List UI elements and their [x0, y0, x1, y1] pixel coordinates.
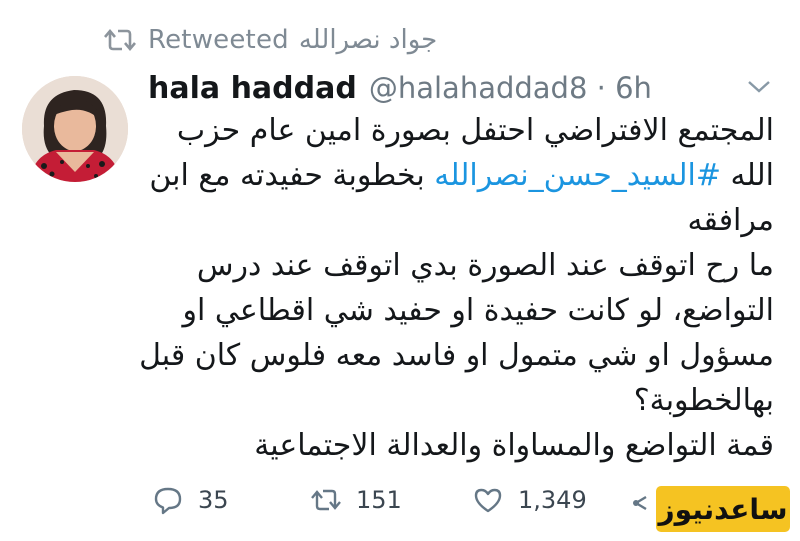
watermark-logo-text: ساعدنیوز	[658, 492, 788, 526]
author-name[interactable]: hala haddad	[148, 71, 357, 106]
retweet-icon	[311, 489, 341, 511]
retweeted-label: Retweeted	[148, 25, 289, 55]
retweet-count: 151	[356, 486, 402, 514]
hashtag-link[interactable]: #السيد_حسن_نصرالله	[434, 158, 721, 193]
retweet-context: Retweeted جواد نصرالله	[104, 20, 437, 60]
tweet-line: التواضع، لو كانت حفيدة او حفيد شي اقطاعي…	[182, 293, 774, 328]
tweet-header: hala haddad @halahaddad8 · 6h	[148, 66, 652, 110]
tweet-line: قمة التواضع والمساواة والعدالة الاجتماعي…	[254, 428, 774, 463]
like-count: 1,349	[518, 486, 587, 514]
tweet-line: بهالخطوبة؟	[633, 383, 774, 418]
tweet-line: ما رح اتوقف عند الصورة بدي اتوقف عند درس	[196, 248, 774, 283]
watermark-logo: ساعدنیوز	[656, 486, 790, 532]
heart-icon	[474, 488, 502, 513]
retweet-button[interactable]: 151	[310, 478, 402, 522]
share-icon[interactable]	[632, 488, 656, 518]
profile-photo	[22, 76, 128, 182]
tweet-text: المجتمع الافتراضي احتفل بصورة امين عام ح…	[139, 108, 774, 468]
reply-button[interactable]: 35	[152, 478, 229, 522]
tweet-text-fragment: الله	[720, 158, 775, 193]
like-button[interactable]: 1,349	[472, 478, 587, 522]
retweeted-by-user[interactable]: جواد نصرالله	[299, 25, 437, 55]
tweet-line: المجتمع الافتراضي احتفل بصورة امين عام ح…	[176, 113, 774, 148]
tweet-line: مسؤول او شي متمول او فاسد معه فلوس كان ق…	[139, 338, 774, 373]
tweet-text-fragment: بخطوبة حفيدته مع ابن	[149, 158, 435, 193]
reply-count: 35	[198, 486, 229, 514]
chevron-down-icon[interactable]	[745, 76, 773, 96]
avatar[interactable]	[22, 76, 128, 182]
retweet-icon	[104, 28, 136, 52]
tweet-line-with-hashtag: الله #السيد_حسن_نصرالله بخطوبة حفيدته مع…	[149, 153, 774, 198]
reply-icon	[154, 487, 182, 515]
tweet-line: مرافقه	[687, 203, 774, 238]
tweet-actions: 35 151 1,349	[152, 478, 652, 522]
author-handle-time[interactable]: @halahaddad8 · 6h	[369, 71, 652, 105]
